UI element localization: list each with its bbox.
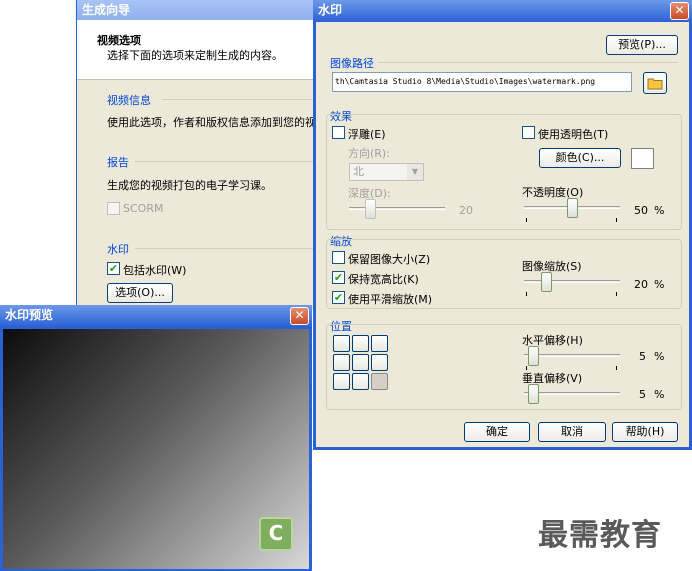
preview-title: 水印预览 (5, 308, 54, 322)
position-top-center[interactable] (352, 335, 369, 352)
dialog-close-button[interactable]: ✕ (670, 2, 689, 20)
watermark-divider (135, 248, 327, 249)
preview-close-button[interactable]: ✕ (290, 307, 309, 325)
h-offset-value: 5 (639, 350, 646, 363)
opacity-tick (526, 218, 527, 222)
keep-aspect-label: 保持宽高比(K) (348, 273, 419, 286)
opacity-percent: % (654, 204, 665, 217)
camtasia-watermark-icon: C (259, 517, 293, 551)
image-path-title: 图像路径 (330, 57, 374, 70)
smooth-scaling-checkbox[interactable]: ✔ (332, 291, 345, 304)
transparent-color-label: 使用透明色(T) (538, 128, 609, 141)
close-icon: ✕ (674, 3, 685, 17)
color-button[interactable]: 颜色(C)... (539, 148, 621, 168)
include-watermark-checkbox[interactable]: ✔ (107, 262, 120, 275)
opacity-value: 50 (634, 204, 648, 217)
dialog-body: 预览(P)... 图像路径 th\Camtasia Studio 8\Media… (316, 22, 689, 447)
opacity-slider-thumb[interactable] (567, 198, 578, 218)
scorm-label: SCORM (123, 202, 164, 215)
dialog-title: 水印 (318, 3, 343, 17)
include-watermark-label: 包括水印(W) (123, 264, 187, 277)
keep-size-checkbox[interactable] (332, 251, 345, 264)
image-scale-slider-thumb[interactable] (541, 272, 552, 292)
help-button[interactable]: 帮助(H) (612, 422, 678, 442)
v-offset-slider[interactable] (524, 384, 624, 408)
direction-label: 方向(R): (348, 147, 390, 160)
keep-size-label: 保留图像大小(Z) (348, 253, 431, 266)
depth-slider[interactable] (349, 199, 449, 221)
video-info-text: 使用此选项，作者和版权信息添加到您的视 (107, 116, 316, 129)
image-scale-slider-track (524, 280, 620, 283)
v-offset-slider-thumb[interactable] (528, 384, 539, 404)
ok-button[interactable]: 确定 (464, 422, 530, 442)
cancel-button[interactable]: 取消 (538, 422, 606, 442)
depth-value: 20 (459, 204, 473, 217)
emboss-checkbox[interactable] (332, 126, 345, 139)
brand-watermark: 最需教育 (538, 518, 662, 553)
position-top-left[interactable] (333, 335, 350, 352)
preview-titlebar: 水印预览 ✕ (0, 305, 312, 327)
close-icon: ✕ (294, 308, 305, 322)
opacity-tick (616, 218, 617, 222)
chevron-down-icon: ▼ (407, 164, 423, 180)
image-scale-percent: % (654, 278, 665, 291)
position-middle-right[interactable] (371, 354, 388, 371)
position-center[interactable] (352, 354, 369, 371)
position-grid (333, 335, 393, 395)
folder-icon (647, 78, 663, 90)
direction-select[interactable]: 北 ▼ (349, 163, 424, 181)
image-scale-slider[interactable] (524, 272, 624, 298)
smooth-scaling-label: 使用平滑缩放(M) (348, 293, 433, 306)
preview-canvas: C (3, 329, 309, 569)
direction-value: 北 (353, 165, 364, 178)
color-swatch[interactable] (631, 148, 654, 169)
image-scale-tick (526, 292, 527, 296)
position-bottom-right[interactable] (371, 373, 388, 390)
production-wizard-window: 生成向导 视频选项 选择下面的选项来定制生成的内容。 视频信息 使用此选项，作者… (76, 0, 327, 310)
video-info-divider (162, 99, 327, 100)
v-offset-percent: % (654, 388, 665, 401)
position-middle-left[interactable] (333, 354, 350, 371)
transparent-color-checkbox[interactable] (522, 126, 535, 139)
h-offset-slider-thumb[interactable] (528, 346, 539, 366)
wizard-titlebar: 生成向导 (77, 0, 326, 20)
keep-aspect-checkbox[interactable]: ✔ (332, 271, 345, 284)
wizard-section-heading: 视频选项 (97, 34, 141, 47)
depth-slider-thumb[interactable] (365, 199, 376, 219)
position-bottom-center[interactable] (352, 373, 369, 390)
depth-slider-track (349, 207, 445, 210)
position-bottom-left[interactable] (333, 373, 350, 390)
watermark-group-title: 水印 (107, 243, 129, 256)
report-title: 报告 (107, 156, 129, 169)
browse-folder-button[interactable] (643, 72, 667, 94)
watermark-options-button[interactable]: 选项(O)... (107, 283, 173, 303)
scorm-checkbox[interactable] (107, 202, 120, 215)
opacity-slider[interactable] (524, 198, 624, 224)
h-offset-percent: % (654, 350, 665, 363)
video-info-title: 视频信息 (107, 94, 151, 107)
h-offset-slider[interactable] (524, 346, 624, 372)
preview-button[interactable]: 预览(P)... (606, 35, 678, 55)
report-text: 生成您的视频打包的电子学习课。 (107, 179, 272, 192)
dialog-titlebar: 水印 ✕ (313, 0, 692, 22)
image-path-divider (378, 62, 678, 63)
image-scale-value: 20 (634, 278, 648, 291)
image-path-input[interactable]: th\Camtasia Studio 8\Media\Studio\Images… (332, 72, 632, 92)
wizard-title: 生成向导 (82, 3, 131, 17)
emboss-label: 浮雕(E) (348, 128, 386, 141)
watermark-preview-window: 水印预览 ✕ C (0, 305, 312, 571)
v-offset-value: 5 (639, 388, 646, 401)
wizard-section-desc: 选择下面的选项来定制生成的内容。 (107, 49, 283, 62)
wizard-header: 视频选项 选择下面的选项来定制生成的内容。 (77, 20, 327, 80)
position-top-right[interactable] (371, 335, 388, 352)
report-divider (135, 161, 327, 162)
watermark-dialog: 水印 ✕ 预览(P)... 图像路径 th\Camtasia Studio 8\… (313, 0, 692, 450)
h-offset-tick (616, 366, 617, 370)
image-scale-tick (616, 292, 617, 296)
